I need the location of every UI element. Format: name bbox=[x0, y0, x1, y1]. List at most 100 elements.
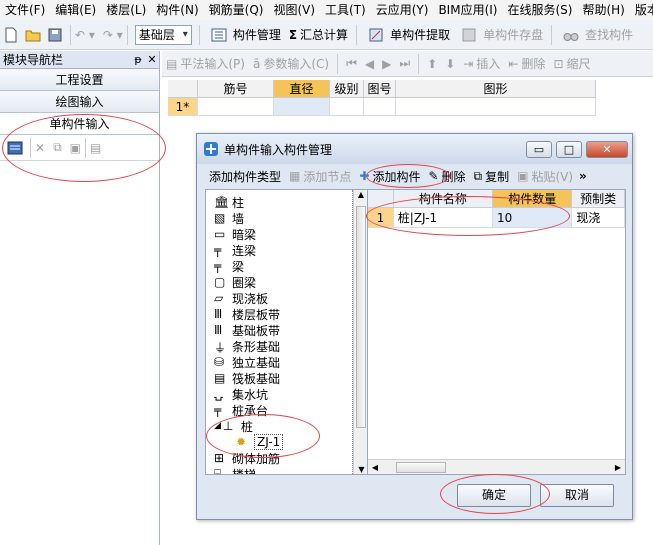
move-up-icon[interactable]: ⬆ bbox=[427, 57, 437, 71]
tree-item-masonry-rebar[interactable]: ⊞ 砌体加筋 bbox=[214, 450, 352, 466]
tree-item-beam[interactable]: ╤ 梁 bbox=[214, 258, 352, 274]
save-icon[interactable] bbox=[47, 27, 63, 43]
grid-cell-grade[interactable] bbox=[330, 98, 364, 116]
menu-floor[interactable]: 楼层(L) bbox=[101, 0, 151, 20]
tree-item-wall[interactable]: ▧ 墙 bbox=[214, 210, 352, 226]
paste-icon[interactable]: ▣ bbox=[70, 141, 81, 155]
menu-edit[interactable]: 编辑(E) bbox=[50, 0, 101, 20]
table-horizontal-scrollbar[interactable]: ◀ ▶ bbox=[368, 459, 625, 474]
tree-item-floor-strip[interactable]: Ⅲ 楼层板带 bbox=[214, 306, 352, 322]
ok-button[interactable]: 确定 bbox=[457, 484, 531, 507]
component-manage-button[interactable]: 构件管理 bbox=[204, 23, 285, 47]
menu-tools[interactable]: 工具(T) bbox=[320, 0, 371, 20]
minimize-button[interactable]: ▭ bbox=[526, 140, 552, 158]
delete-button[interactable]: 删除 bbox=[442, 168, 466, 185]
last-record-icon[interactable]: ⏭ bbox=[399, 56, 410, 71]
component-list-icon[interactable] bbox=[7, 140, 23, 156]
scroll-left-icon[interactable]: ◀ bbox=[368, 463, 382, 472]
nav-item-project-settings[interactable]: 工程设置 bbox=[0, 69, 159, 91]
param-input-label: 参数输入(C) bbox=[263, 57, 330, 71]
nav-item-drawing-input[interactable]: 绘图输入 bbox=[0, 91, 159, 113]
collapse-triangle-icon[interactable]: ◢ bbox=[214, 421, 221, 431]
menu-file[interactable]: 文件(F) bbox=[0, 0, 50, 20]
row-name[interactable]: 桩|ZJ-1 bbox=[393, 208, 494, 228]
scroll-up-icon[interactable]: ▲ bbox=[354, 190, 367, 204]
add-type-button[interactable]: 添加构件类型 bbox=[209, 168, 281, 185]
tree-item-pile[interactable]: ◢ ⊥ 桩 bbox=[214, 418, 352, 434]
close-button[interactable]: ✕ bbox=[586, 140, 628, 158]
tree-item-isolated-footing[interactable]: ⛁ 独立基础 bbox=[214, 354, 352, 370]
flat-input-button[interactable]: ▤ 平法输入(P) bbox=[162, 52, 249, 76]
tree-item-column[interactable]: 🏛 柱 bbox=[214, 194, 352, 210]
delete-icon[interactable]: ✕ bbox=[35, 141, 45, 155]
find-component-button[interactable]: 查找构件 bbox=[556, 23, 637, 47]
paste-button[interactable]: 粘贴(V) bbox=[531, 168, 573, 185]
pin-icon[interactable]: ᵽ bbox=[131, 53, 145, 66]
table-row[interactable]: 1 桩|ZJ-1 10 现浇 bbox=[368, 208, 625, 228]
add-node-button[interactable]: 添加节点 bbox=[303, 168, 351, 185]
tree-item-strip-footing[interactable]: ⏚ 条形基础 bbox=[214, 338, 352, 356]
tree-item-coupling-beam[interactable]: ╤ 连梁 bbox=[214, 242, 352, 258]
tree-item-label: 梁 bbox=[232, 259, 245, 274]
tree-vertical-scrollbar[interactable]: ▲ ▼ bbox=[353, 190, 367, 474]
tree-item-pile-cap[interactable]: ╤ 桩承台 bbox=[214, 402, 352, 418]
shrink-icon: ⊡ bbox=[553, 56, 564, 71]
scroll-right-icon[interactable]: ▶ bbox=[611, 463, 625, 472]
tree-item-zj1[interactable]: ✹ ZJ-1 bbox=[214, 434, 352, 450]
new-file-icon[interactable] bbox=[3, 27, 19, 43]
param-input-button[interactable]: ā 参数输入(C) bbox=[249, 52, 333, 76]
move-down-icon[interactable]: ⬇ bbox=[445, 57, 455, 71]
h-scroll-thumb[interactable] bbox=[396, 461, 446, 473]
tree-item-hidden-beam[interactable]: ▭ 暗梁 bbox=[214, 226, 352, 242]
delete-row-button[interactable]: ⇤ 删除 bbox=[504, 52, 549, 76]
single-extract-button[interactable]: 单构件提取 bbox=[361, 23, 454, 47]
first-record-icon[interactable]: ⏮ bbox=[346, 56, 357, 71]
menu-component[interactable]: 构件(N) bbox=[151, 0, 203, 20]
tree-item-cast-slab[interactable]: ▱ 现浇板 bbox=[214, 290, 352, 306]
copy-icon[interactable]: ⧉ bbox=[53, 140, 62, 155]
copy-button[interactable]: 复制 bbox=[485, 168, 509, 185]
shrink-button[interactable]: ⊡ 缩尺 bbox=[549, 52, 594, 76]
open-folder-icon[interactable] bbox=[25, 27, 41, 43]
menu-online[interactable]: 在线服务(S) bbox=[502, 0, 577, 20]
grid-cell-diameter[interactable] bbox=[274, 98, 330, 116]
overflow-chevron-icon[interactable]: » bbox=[579, 169, 587, 183]
close-icon[interactable]: ✕ bbox=[145, 53, 159, 66]
undo-icon[interactable]: ↶ ▾ bbox=[75, 28, 95, 42]
add-component-button[interactable]: 添加构件 bbox=[372, 168, 420, 185]
floor-select[interactable]: 基础层 bbox=[134, 24, 192, 45]
menu-cloud[interactable]: 云应用(Y) bbox=[371, 0, 434, 20]
tree-item-raft-foundation[interactable]: ▤ 筏板基础 bbox=[214, 370, 352, 386]
isolated-footing-icon: ⛁ bbox=[214, 355, 225, 369]
row-count[interactable]: 10 bbox=[493, 208, 573, 228]
grid-cell-bar-no[interactable] bbox=[198, 98, 274, 116]
sum-calc-button[interactable]: Σ 汇总计算 bbox=[285, 23, 352, 47]
tree-item-ring-beam[interactable]: ▢ 圈梁 bbox=[214, 274, 352, 290]
stair-icon: ⌸ bbox=[214, 467, 222, 475]
nav-item-single-component-input[interactable]: 单构件输入 bbox=[0, 113, 159, 135]
grid-header-shape: 图形 bbox=[396, 80, 596, 98]
scroll-down-icon[interactable]: ▼ bbox=[354, 465, 367, 474]
cancel-button[interactable]: 取消 bbox=[540, 484, 614, 507]
prev-record-icon[interactable]: ◀ bbox=[365, 57, 374, 71]
rebar-grid-row[interactable]: 1* bbox=[168, 98, 596, 116]
grid-cell-figure-no[interactable] bbox=[364, 98, 396, 116]
col-index bbox=[368, 190, 394, 208]
properties-icon[interactable]: ▤ bbox=[90, 141, 101, 155]
row-prefab[interactable]: 现浇 bbox=[572, 208, 625, 228]
grid-cell-shape[interactable] bbox=[396, 98, 596, 116]
next-record-icon[interactable]: ▶ bbox=[382, 57, 391, 71]
menu-help[interactable]: 帮助(H) bbox=[577, 0, 629, 20]
menu-view[interactable]: 视图(V) bbox=[268, 0, 320, 20]
tree-item-stair[interactable]: ⌸ 楼梯 bbox=[214, 466, 352, 475]
scroll-thumb[interactable] bbox=[356, 206, 366, 428]
redo-icon[interactable]: ↷ ▾ bbox=[103, 28, 123, 42]
menu-version[interactable]: 版本号 bbox=[630, 0, 653, 20]
menu-rebar-qty[interactable]: 钢筋量(Q) bbox=[204, 0, 269, 20]
tree-item-foundation-strip[interactable]: Ⅲ 基础板带 bbox=[214, 322, 352, 338]
maximize-button[interactable]: □ bbox=[556, 140, 582, 158]
single-save-button[interactable]: 单构件存盘 bbox=[454, 23, 547, 47]
tree-item-sump[interactable]: ⍽ 集水坑 bbox=[214, 386, 352, 402]
menu-bim[interactable]: BIM应用(I) bbox=[433, 0, 502, 20]
insert-button[interactable]: ⇥ 插入 bbox=[459, 52, 504, 76]
